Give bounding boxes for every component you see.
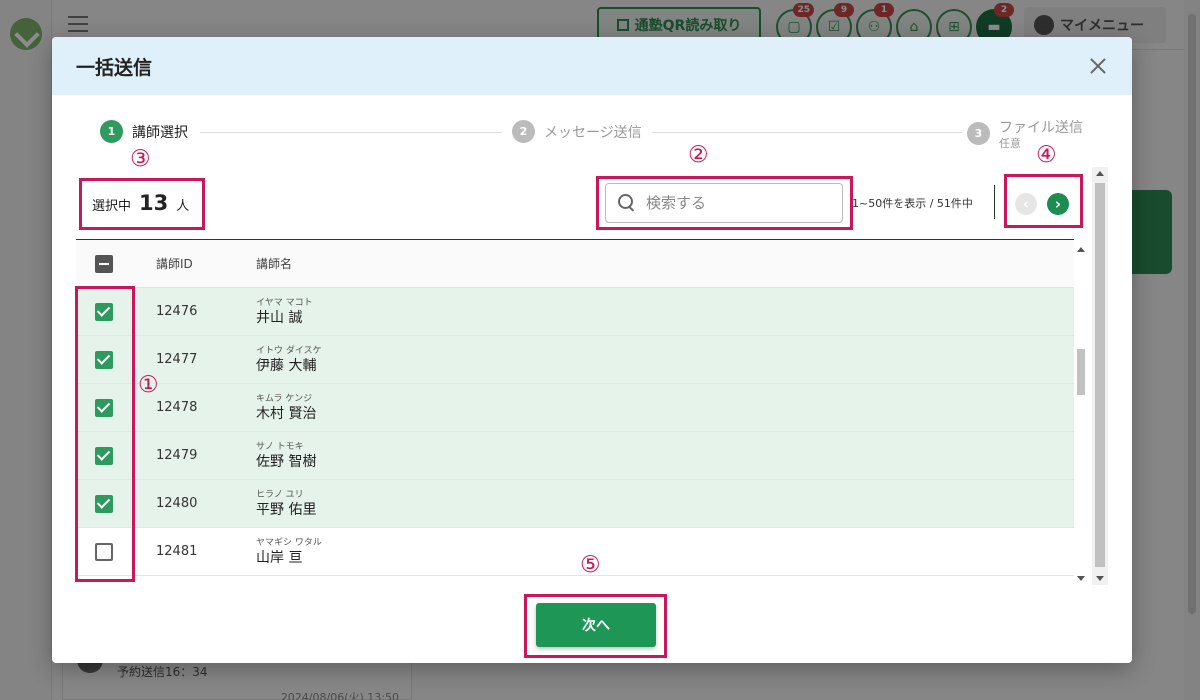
step-number: 3	[967, 121, 990, 145]
annotation-number-5: ⑤	[580, 552, 601, 578]
select-all-checkbox[interactable]	[95, 254, 113, 273]
step-1: 1 講師選択	[100, 120, 188, 143]
instructor-id: 12476	[156, 304, 198, 319]
instructor-name-cell: ヤマギシ ワタル 山岸 亘	[232, 537, 1074, 567]
scroll-down-icon[interactable]	[1096, 576, 1104, 581]
scrollbar-thumb[interactable]	[1095, 183, 1105, 567]
instructor-id: 12478	[156, 400, 198, 415]
modal-title: 一括送信	[76, 56, 153, 79]
step-label-text: ファイル送信	[999, 120, 1083, 136]
annotation-box-4	[1004, 174, 1083, 228]
instructor-name-cell: イヤマ マコト 井山 誠	[232, 297, 1074, 327]
step-2: 2 メッセージ送信	[512, 120, 642, 143]
instructor-kana: イトウ ダイスケ	[256, 345, 322, 356]
step-3: 3 ファイル送信 任意	[967, 117, 1083, 149]
column-header-id: 講師ID	[156, 257, 193, 271]
instructor-name-cell: サノ トモキ 佐野 智樹	[232, 441, 1074, 471]
step-number: 2	[512, 120, 535, 143]
table-row[interactable]: 12477 イトウ ダイスケ 伊藤 大輔	[76, 336, 1074, 384]
modal-scrollbar[interactable]	[1092, 167, 1108, 585]
column-header-name: 講師名	[256, 257, 293, 271]
step-number: 1	[100, 120, 123, 143]
instructor-kana: イヤマ マコト	[256, 297, 313, 308]
instructor-table: 講師ID 講師名 12476 イヤマ マコト 井山 誠 12477 イトウ ダイスケ 伊藤…	[76, 239, 1074, 585]
step-label: 講師選択	[132, 124, 188, 141]
divider	[994, 185, 995, 219]
table-body: 12476 イヤマ マコト 井山 誠 12477 イトウ ダイスケ 伊藤 大輔 12478 キ…	[76, 288, 1074, 576]
table-header: 講師ID 講師名	[76, 240, 1074, 288]
instructor-name: 伊藤 大輔	[256, 357, 317, 374]
annotation-box-5	[524, 594, 667, 658]
scrollbar-thumb[interactable]	[1077, 349, 1085, 395]
table-row[interactable]: 12480 ヒラノ ユリ 平野 佑里	[76, 480, 1074, 528]
instructor-name-cell: キムラ ケンジ 木村 賢治	[232, 393, 1074, 423]
close-icon[interactable]	[1086, 54, 1110, 78]
instructor-name-cell: イトウ ダイスケ 伊藤 大輔	[232, 345, 1074, 375]
annotation-number-4: ④	[1036, 142, 1057, 168]
instructor-kana: キムラ ケンジ	[256, 393, 313, 404]
table-scrollbar[interactable]	[1074, 239, 1088, 585]
step-label: メッセージ送信	[544, 124, 642, 141]
instructor-id: 12479	[156, 448, 198, 463]
scroll-down-icon[interactable]	[1077, 576, 1085, 581]
table-row[interactable]: 12479 サノ トモキ 佐野 智樹	[76, 432, 1074, 480]
modal-header: 一括送信	[52, 37, 1132, 95]
instructor-kana: ヤマギシ ワタル	[256, 537, 322, 548]
instructor-id: 12477	[156, 352, 198, 367]
annotation-box-3	[79, 178, 205, 230]
table-row[interactable]: 12478 キムラ ケンジ 木村 賢治	[76, 384, 1074, 432]
annotation-number-1: ①	[138, 372, 159, 398]
instructor-id: 12480	[156, 496, 198, 511]
instructor-name: 佐野 智樹	[256, 453, 317, 470]
scroll-up-icon[interactable]	[1096, 171, 1104, 176]
annotation-number-2: ②	[688, 142, 709, 168]
stepper-connector	[652, 132, 962, 133]
instructor-name: 木村 賢治	[256, 405, 317, 422]
instructor-name: 山岸 亘	[256, 549, 303, 566]
instructor-name-cell: ヒラノ ユリ 平野 佑里	[232, 489, 1074, 519]
instructor-name: 平野 佑里	[256, 501, 317, 518]
pagination-info: 1~50件を表示 / 51件中	[852, 197, 973, 210]
scroll-up-icon[interactable]	[1077, 247, 1085, 252]
table-row[interactable]: 12481 ヤマギシ ワタル 山岸 亘	[76, 528, 1074, 576]
table-row[interactable]: 12476 イヤマ マコト 井山 誠	[76, 288, 1074, 336]
instructor-id: 12481	[156, 544, 198, 559]
instructor-name: 井山 誠	[256, 309, 303, 326]
annotation-number-3: ③	[130, 146, 151, 172]
annotation-box-1	[75, 286, 135, 582]
annotation-box-2	[596, 176, 853, 230]
instructor-kana: ヒラノ ユリ	[256, 489, 304, 500]
instructor-kana: サノ トモキ	[256, 441, 304, 452]
stepper-connector	[200, 132, 502, 133]
